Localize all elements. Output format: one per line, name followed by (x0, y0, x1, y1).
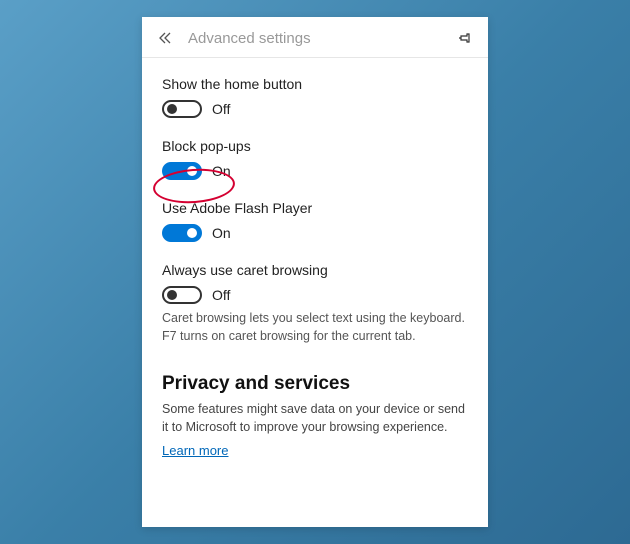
toggle-row: On (162, 162, 468, 180)
toggle-state: Off (212, 287, 230, 303)
setting-home-button: Show the home button Off (162, 76, 468, 118)
learn-more-link[interactable]: Learn more (162, 443, 228, 458)
toggle-row: On (162, 224, 468, 242)
toggle-knob (187, 166, 197, 176)
toggle-knob (167, 104, 177, 114)
setting-label: Show the home button (162, 76, 468, 92)
caret-description: Caret browsing lets you select text usin… (162, 310, 468, 345)
privacy-section-description: Some features might save data on your de… (162, 401, 468, 436)
setting-flash: Use Adobe Flash Player On (162, 200, 468, 242)
header-title: Advanced settings (188, 30, 456, 47)
toggle-knob (167, 290, 177, 300)
toggle-state: Off (212, 101, 230, 117)
setting-label: Block pop-ups (162, 138, 468, 154)
setting-label: Always use caret browsing (162, 262, 468, 278)
chevron-left-double-icon (158, 31, 172, 45)
setting-caret: Always use caret browsing Off Caret brow… (162, 262, 468, 345)
toggle-state: On (212, 163, 231, 179)
back-button[interactable] (156, 29, 174, 47)
toggle-state: On (212, 225, 231, 241)
setting-label: Use Adobe Flash Player (162, 200, 468, 216)
setting-block-popups: Block pop-ups On (162, 138, 468, 180)
block-popups-toggle[interactable] (162, 162, 202, 180)
caret-toggle[interactable] (162, 286, 202, 304)
panel-header: Advanced settings (142, 17, 488, 58)
pin-icon (458, 31, 472, 45)
pin-button[interactable] (456, 29, 474, 47)
toggle-knob (187, 228, 197, 238)
home-button-toggle[interactable] (162, 100, 202, 118)
privacy-section-title: Privacy and services (162, 373, 468, 395)
toggle-row: Off (162, 286, 468, 304)
settings-panel: Advanced settings Show the home button O… (142, 17, 488, 527)
toggle-row: Off (162, 100, 468, 118)
flash-toggle[interactable] (162, 224, 202, 242)
panel-content: Show the home button Off Block pop-ups O… (142, 58, 488, 480)
